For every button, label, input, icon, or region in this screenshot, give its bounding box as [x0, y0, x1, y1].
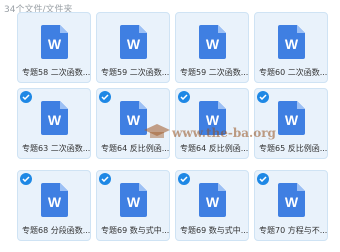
check-icon[interactable]: [99, 173, 111, 185]
watermark-logo: www.the-ba.org: [142, 118, 292, 148]
svg-text:W: W: [285, 36, 299, 52]
watermark-text: www.the-ba.org: [172, 126, 276, 140]
check-icon[interactable]: [20, 91, 32, 103]
word-doc-icon: W: [120, 183, 147, 217]
check-icon[interactable]: [257, 173, 269, 185]
file-card[interactable]: W 专题70 方程与不...: [254, 170, 328, 241]
word-doc-icon: W: [41, 101, 68, 135]
file-name-label: 专题68 分段函数...: [22, 226, 91, 235]
word-doc-icon: W: [41, 25, 68, 59]
file-browser: 34个文件/文件夹 W 专题58 二次函数... W 专题59 二次函数... W 专题5…: [0, 0, 340, 252]
word-doc-icon: W: [199, 183, 226, 217]
file-name-label: 专题70 方程与不...: [259, 226, 328, 235]
check-icon[interactable]: [178, 91, 190, 103]
file-card[interactable]: W 专题59 二次函数...: [96, 12, 170, 83]
svg-text:W: W: [127, 112, 141, 128]
file-name-label: 专题59 二次函数...: [101, 68, 170, 77]
file-card[interactable]: W 专题69 数与式中...: [175, 170, 249, 241]
file-name-label: 专题59 二次函数...: [180, 68, 249, 77]
file-card[interactable]: W 专题60 二次函数...: [254, 12, 328, 83]
svg-text:W: W: [285, 194, 299, 210]
file-name-label: 专题60 二次函数...: [259, 68, 328, 77]
check-icon[interactable]: [257, 91, 269, 103]
file-name-label: 专题69 数与式中...: [180, 226, 249, 235]
svg-text:W: W: [206, 36, 220, 52]
file-card[interactable]: W 专题59 二次函数...: [175, 12, 249, 83]
file-name-label: 专题58 二次函数...: [22, 68, 91, 77]
file-name-label: 专题69 数与式中...: [101, 226, 170, 235]
check-icon[interactable]: [20, 173, 32, 185]
word-doc-icon: W: [120, 25, 147, 59]
file-card[interactable]: W 专题63 二次函数...: [17, 88, 91, 159]
file-name-label: 专题63 二次函数...: [22, 144, 91, 153]
word-doc-icon: W: [199, 25, 226, 59]
check-icon[interactable]: [178, 173, 190, 185]
svg-text:W: W: [48, 194, 62, 210]
svg-text:W: W: [127, 36, 141, 52]
word-doc-icon: W: [41, 183, 68, 217]
watermark-cap-icon: [144, 124, 170, 138]
check-icon[interactable]: [99, 91, 111, 103]
svg-text:W: W: [48, 112, 62, 128]
word-doc-icon: W: [278, 25, 305, 59]
svg-text:W: W: [127, 194, 141, 210]
file-card[interactable]: W 专题69 数与式中...: [96, 170, 170, 241]
word-doc-icon: W: [278, 183, 305, 217]
file-card[interactable]: W 专题58 二次函数...: [17, 12, 91, 83]
file-card[interactable]: W 专题68 分段函数...: [17, 170, 91, 241]
svg-text:W: W: [48, 36, 62, 52]
svg-text:W: W: [206, 194, 220, 210]
